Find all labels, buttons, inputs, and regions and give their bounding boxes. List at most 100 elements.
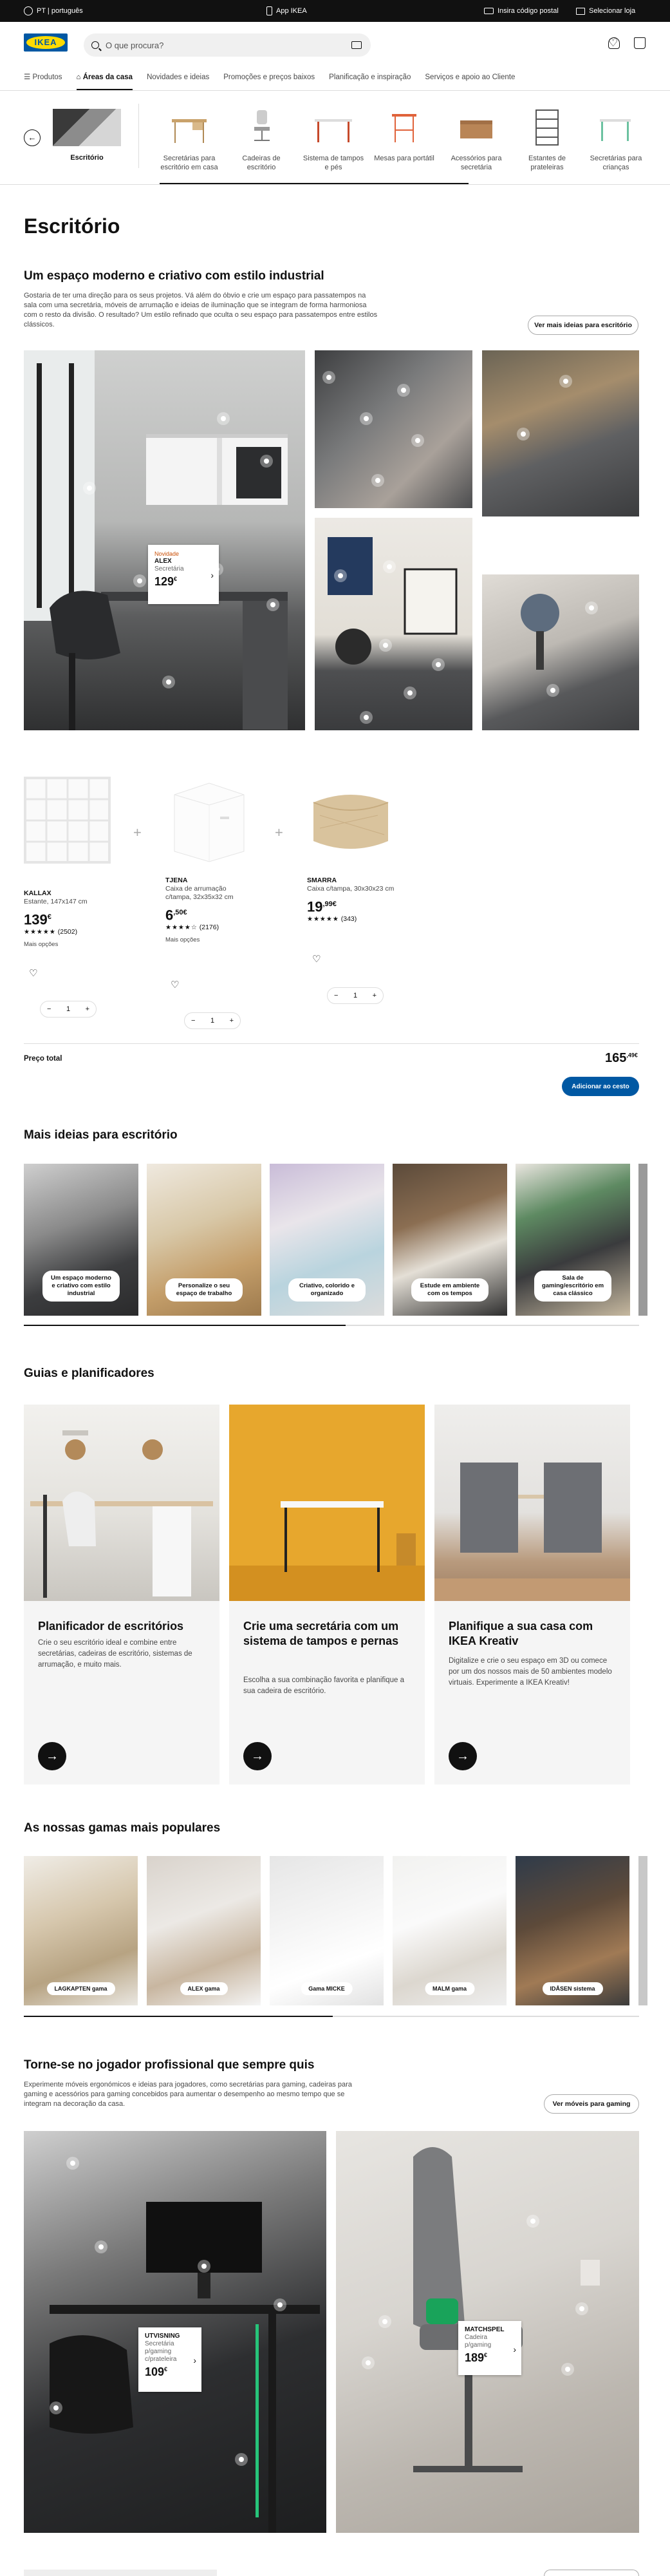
hotspot-dot[interactable] (585, 601, 598, 614)
hotspot-dot[interactable] (397, 384, 410, 397)
hotspot-dot[interactable] (360, 711, 373, 724)
hotspot-dot[interactable] (360, 412, 373, 425)
nav-item-planificacao[interactable]: Planificação e inspiração (329, 71, 411, 90)
office-photo-main[interactable]: Novidade ALEX Secretária 129€ › (24, 350, 305, 730)
nav-item-areas[interactable]: ⌂ Áreas da casa (76, 71, 133, 90)
back-button[interactable]: ← (24, 129, 41, 146)
plus-icon[interactable]: + (230, 1017, 234, 1025)
hotspot-dot[interactable] (379, 639, 392, 652)
hotspot-dot[interactable] (383, 560, 396, 573)
category-item[interactable]: Acessórios para secretária (444, 109, 508, 172)
more-options[interactable]: Mais opções (165, 936, 268, 944)
idea-card[interactable]: Sala de gaming/escritório em casa clássi… (516, 1164, 630, 1316)
minus-icon[interactable]: − (47, 1005, 51, 1013)
hotspot-dot[interactable] (378, 2315, 391, 2328)
hotspot-dot[interactable] (274, 2298, 286, 2311)
language-selector[interactable]: PT | português (24, 0, 83, 22)
category-item[interactable]: Secretárias para escritório em casa (157, 109, 221, 172)
ideas-scrollbar[interactable] (24, 1325, 639, 1326)
hotspot-dot[interactable] (362, 2356, 375, 2369)
shopping-bag-icon[interactable] (634, 37, 646, 49)
range-card[interactable]: Gama MICKE (270, 1856, 384, 2005)
store-selector[interactable]: Selecionar loja (576, 0, 635, 22)
heart-icon[interactable]: ♡ (171, 979, 179, 990)
heart-icon[interactable]: ♡ (608, 37, 620, 49)
hotspot-dot[interactable] (334, 569, 347, 582)
range-card-partial[interactable] (638, 1856, 647, 2005)
hotspot-dot[interactable] (371, 474, 384, 487)
gaming-photo-desk[interactable]: UTVISNING Secretária p/gaming c/pratelei… (24, 2131, 326, 2533)
idea-card[interactable]: Criativo, colorido e organizado (270, 1164, 384, 1316)
ikea-logo[interactable]: IKEA (24, 33, 68, 52)
arrow-right-icon[interactable]: → (243, 1742, 272, 1770)
hotspot-dot[interactable] (235, 2453, 248, 2466)
postal-code-link[interactable]: Insira código postal (484, 0, 559, 22)
product-card-tjena[interactable]: TJENA Caixa de arrumação c/tampa, 32x35x… (165, 777, 268, 944)
idea-card-partial[interactable] (638, 1164, 647, 1316)
range-card[interactable]: MALM gama (393, 1856, 507, 2005)
add-to-cart-button[interactable]: Adicionar ao cesto (562, 1077, 639, 1096)
category-item[interactable]: Secretárias para crianças (587, 109, 645, 172)
scroll-thumb[interactable] (24, 2016, 333, 2017)
plus-icon[interactable]: + (373, 992, 377, 999)
hotspot-dot[interactable] (133, 574, 146, 587)
range-card[interactable]: LAGKAPTEN gama (24, 1856, 138, 2005)
idea-card[interactable]: Estude em ambiente com os tempos (393, 1164, 507, 1316)
hotspot-dot[interactable] (575, 2302, 588, 2315)
hotspot-dot[interactable] (260, 455, 273, 468)
app-link[interactable]: App IKEA (266, 0, 307, 22)
hotspot-dot[interactable] (517, 428, 530, 440)
hotspot-dot[interactable] (432, 658, 445, 671)
ranges-scrollbar[interactable] (24, 2016, 639, 2017)
guide-card[interactable]: Planificador de escritórios Crie o seu e… (24, 1405, 219, 1785)
heart-icon[interactable]: ♡ (29, 967, 37, 979)
hotspot-dot[interactable] (66, 2157, 79, 2170)
category-item[interactable]: Mesas para portátil (372, 109, 436, 163)
scroll-thumb[interactable] (24, 1325, 346, 1326)
minus-icon[interactable]: − (191, 1017, 195, 1025)
next-section-button-partial[interactable] (544, 2570, 639, 2576)
plus-icon[interactable]: + (86, 1005, 89, 1013)
nav-item-produtos[interactable]: ☰ Produtos (24, 71, 62, 90)
product-tag-matchspel[interactable]: MATCHSPEL Cadeira p/gaming 189€ › (458, 2321, 521, 2375)
nav-item-novidades[interactable]: Novidades e ideias (147, 71, 209, 90)
hotspot-dot[interactable] (559, 375, 572, 388)
hotspot-dot[interactable] (217, 412, 230, 425)
arrow-right-icon[interactable]: → (449, 1742, 477, 1770)
hotspot-dot[interactable] (526, 2215, 539, 2228)
more-options[interactable]: Mais opções (24, 940, 127, 949)
product-tag-alex[interactable]: Novidade ALEX Secretária 129€ › (148, 545, 219, 604)
category-item[interactable]: Estantes de prateleiras (515, 109, 579, 172)
hotspot-dot[interactable] (561, 2363, 574, 2376)
nav-item-promocoes[interactable]: Promoções e preços baixos (223, 71, 315, 90)
guide-card[interactable]: Planifique a sua casa com IKEA Kreativ D… (434, 1405, 630, 1785)
quantity-stepper[interactable]: − 1 + (327, 987, 384, 1004)
current-category[interactable]: Escritório (51, 109, 122, 162)
range-card[interactable]: IDÅSEN sistema (516, 1856, 629, 2005)
hotspot-dot[interactable] (546, 684, 559, 697)
minus-icon[interactable]: − (334, 992, 338, 999)
office-photo-accessories[interactable] (482, 350, 639, 516)
product-tag-utvisning[interactable]: UTVISNING Secretária p/gaming c/pratelei… (138, 2327, 201, 2392)
range-card[interactable]: ALEX gama (147, 1856, 261, 2005)
camera-icon[interactable] (351, 41, 362, 49)
product-card-smarra[interactable]: SMARRA Caixa c/tampa, 30x30x23 cm 19,99€… (307, 777, 410, 923)
gaming-photo-chair[interactable]: MATCHSPEL Cadeira p/gaming 189€ › (336, 2131, 639, 2533)
more-ideas-button[interactable]: Ver mais ideias para escritório (528, 316, 638, 335)
hotspot-dot[interactable] (411, 434, 424, 447)
gaming-furniture-button[interactable]: Ver móveis para gaming (544, 2094, 639, 2114)
hotspot-dot[interactable] (404, 687, 416, 699)
arrow-right-icon[interactable]: → (38, 1742, 66, 1770)
heart-icon[interactable]: ♡ (312, 953, 321, 965)
office-photo-drawer[interactable] (315, 350, 472, 508)
category-item[interactable]: Cadeiras de escritório (229, 109, 293, 172)
office-photo-lamp[interactable] (482, 574, 639, 730)
hotspot-dot[interactable] (322, 371, 335, 384)
hotspot-dot[interactable] (162, 676, 175, 688)
guide-card[interactable]: Crie uma secretária com um sistema de ta… (229, 1405, 425, 1785)
office-photo-wall[interactable] (315, 518, 472, 730)
product-card-kallax[interactable]: KALLAX Estante, 147x147 cm 139€ ★★★★★ (2… (24, 777, 127, 949)
hotspot-dot[interactable] (266, 598, 279, 611)
hotspot-dot[interactable] (83, 482, 96, 495)
nav-item-servicos[interactable]: Serviços e apoio ao Cliente (425, 71, 515, 90)
